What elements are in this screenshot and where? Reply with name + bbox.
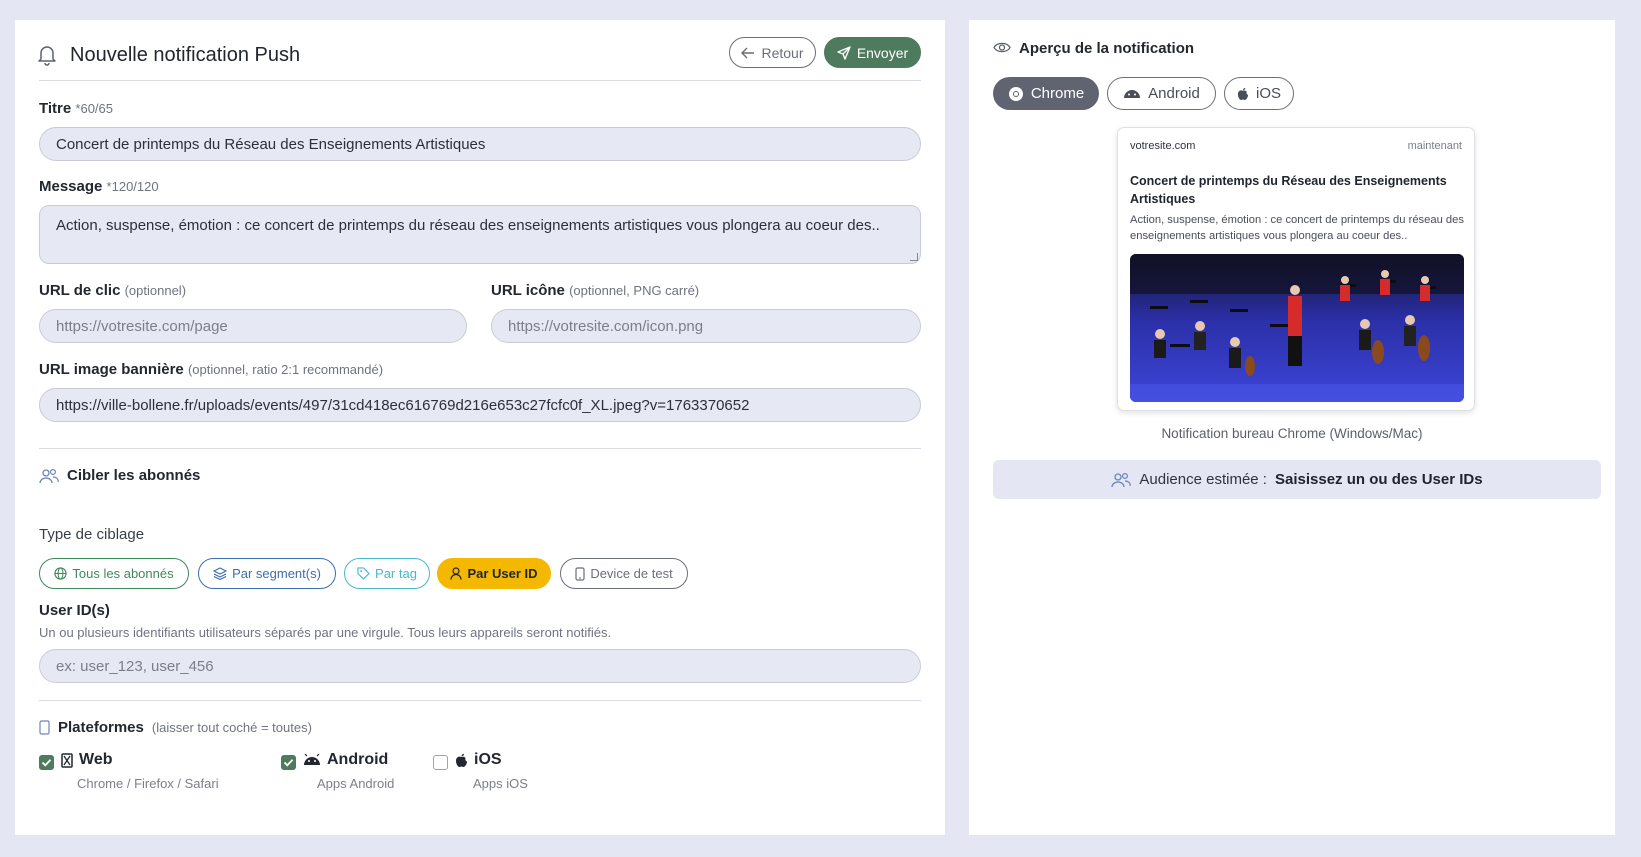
targeting-type-label: Type de ciblage (39, 526, 145, 543)
audience-estimate-bar: Audience estimée : Saisissez un ou des U… (993, 460, 1601, 499)
preview-notification-message: Action, suspense, émotion : ce concert d… (1130, 214, 1464, 242)
android-icon (1124, 90, 1141, 98)
title-label: Titre *60/65 (39, 100, 114, 117)
android-checkbox[interactable] (281, 755, 296, 770)
notification-preview-card: votresite.com maintenant Concert de prin… (1117, 127, 1475, 411)
tab-android[interactable]: Android (1107, 77, 1216, 110)
preview-caption: Notification bureau Chrome (Windows/Mac) (1161, 426, 1423, 441)
back-button[interactable]: Retour (729, 37, 816, 68)
banner-url-input[interactable]: https://ville-bollene.fr/uploads/events/… (39, 388, 921, 422)
ios-platform-label: iOS (455, 751, 502, 769)
chip-all-subscribers[interactable]: Tous les abonnés (39, 558, 189, 589)
send-button-label: Envoyer (856, 44, 909, 61)
arrow-left-icon (741, 47, 755, 58)
audience-label: Audience estimée : (1139, 471, 1267, 488)
platforms-section-title: Plateformes (laisser tout coché = toutes… (39, 719, 312, 736)
tab-ios[interactable]: iOS (1224, 77, 1294, 110)
compose-panel: Nouvelle notification Push Retour Envoye… (15, 20, 945, 835)
preview-panel: Aperçu de la notification Chrome Android… (969, 20, 1615, 835)
banner-url-label: URL image bannière (optionnel, ratio 2:1… (39, 361, 384, 378)
users-icon (39, 468, 59, 483)
title-input[interactable]: Concert de printemps du Réseau des Ensei… (39, 127, 921, 161)
eye-icon (993, 42, 1011, 53)
message-label: Message *120/120 (39, 178, 159, 195)
userid-label: User ID(s) (39, 602, 110, 619)
resize-handle[interactable] (910, 253, 918, 261)
phone-icon (39, 720, 50, 735)
preview-notification-title: Concert de printemps du Réseau des Ensei… (1130, 174, 1447, 206)
user-icon (450, 567, 463, 580)
android-icon (304, 754, 320, 765)
icon-url-label: URL icône (optionnel, PNG carré) (491, 282, 700, 299)
chip-by-segment[interactable]: Par segment(s) (198, 558, 336, 589)
chip-by-tag[interactable]: Par tag (344, 558, 430, 589)
android-platform-sub: Apps Android (317, 776, 395, 791)
userid-help-text: Un ou plusieurs identifiants utilisateur… (39, 625, 612, 640)
message-text: Action, suspense, émotion : ce concert d… (56, 217, 880, 234)
preview-time: maintenant (1407, 140, 1462, 152)
bell-icon (38, 46, 56, 66)
apple-icon (456, 753, 467, 767)
icon-url-input[interactable]: https://votresite.com/icon.png (491, 309, 921, 343)
header-divider (39, 80, 921, 81)
section-divider (39, 448, 921, 449)
check-icon (283, 759, 294, 767)
web-icon (61, 752, 73, 768)
tab-chrome[interactable]: Chrome (993, 77, 1099, 110)
tag-icon (357, 567, 370, 580)
targeting-section-title: Cibler les abonnés (39, 467, 200, 484)
ios-checkbox[interactable] (433, 755, 448, 770)
chip-test-device[interactable]: Device de test (560, 558, 688, 589)
audience-value: Saisissez un ou des User IDs (1274, 471, 1483, 488)
back-button-label: Retour (761, 44, 804, 61)
preview-title: Aperçu de la notification (1019, 40, 1195, 57)
ios-platform-sub: Apps iOS (473, 776, 528, 791)
send-button[interactable]: Envoyer (824, 37, 921, 68)
web-platform-sub: Chrome / Firefox / Safari (77, 776, 219, 791)
send-icon (837, 45, 851, 60)
web-checkbox[interactable] (39, 755, 54, 770)
platform-divider (39, 700, 921, 701)
globe-icon (54, 567, 68, 580)
click-url-label: URL de clic (optionnel) (39, 282, 187, 299)
click-url-input[interactable]: https://votresite.com/page (39, 309, 467, 343)
userid-input[interactable]: ex: user_123, user_456 (39, 649, 921, 683)
device-icon (575, 566, 585, 581)
android-platform-label: Android (303, 751, 388, 769)
preview-banner-image (1130, 254, 1464, 402)
page-title: Nouvelle notification Push (70, 44, 301, 66)
check-icon (41, 759, 52, 767)
apple-icon (1237, 87, 1249, 100)
layers-icon (213, 567, 228, 580)
users-icon (1111, 472, 1132, 487)
chip-by-user-id[interactable]: Par User ID (437, 558, 551, 589)
chrome-icon (1008, 86, 1023, 101)
message-textarea[interactable]: Action, suspense, émotion : ce concert d… (39, 205, 921, 264)
web-platform-label: Web (61, 751, 112, 769)
preview-site: votresite.com (1130, 140, 1196, 152)
